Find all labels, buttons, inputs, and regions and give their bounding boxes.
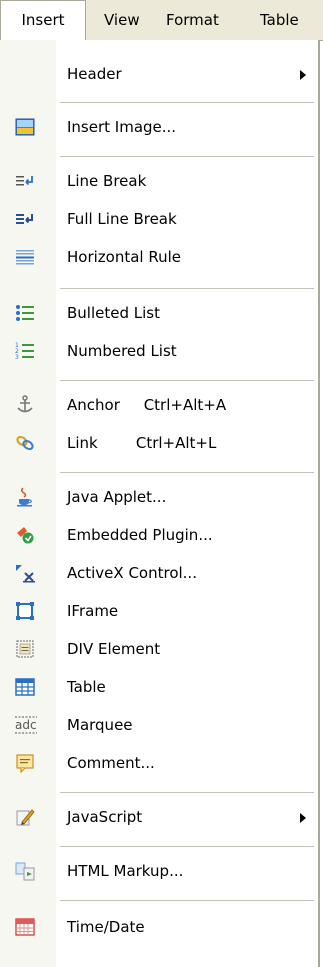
div-element-icon — [15, 639, 35, 659]
bulleted-list-icon — [15, 303, 35, 323]
plugin-icon — [15, 525, 35, 545]
menu-item-label: Marquee — [67, 716, 133, 734]
image-icon — [15, 117, 35, 137]
menu-item-label: JavaScript — [67, 808, 143, 826]
menu-item-label: HTML Markup... — [67, 862, 184, 880]
menu-item-comment[interactable]: Comment... — [0, 744, 318, 782]
marquee-icon: adc — [15, 715, 37, 735]
menu-item-java-applet[interactable]: Java Applet... — [0, 478, 318, 516]
menu-item-label: Insert Image... — [67, 118, 177, 136]
menu-view[interactable]: View — [104, 0, 140, 40]
menu-item-full-line-break[interactable]: Full Line Break — [0, 200, 318, 238]
menu-item-line-break[interactable]: Line Break — [0, 162, 318, 200]
menu-item-link[interactable]: Link Ctrl+Alt+L — [0, 424, 318, 462]
calendar-icon — [15, 917, 35, 937]
submenu-arrow-icon — [300, 70, 306, 80]
menu-item-numbered-list[interactable]: 1 2 3 Numbered List — [0, 332, 318, 370]
menu-item-label: Link Ctrl+Alt+L — [67, 434, 217, 452]
menu-item-div-element[interactable]: DIV Element — [0, 630, 318, 668]
menu-item-label: Full Line Break — [67, 210, 177, 228]
menu-separator — [60, 156, 314, 157]
menu-item-time-date[interactable]: Time/Date — [0, 908, 318, 946]
menu-separator — [60, 288, 314, 289]
horizontal-rule-icon — [15, 247, 35, 267]
menu-separator — [60, 102, 314, 103]
svg-text:3: 3 — [15, 354, 19, 361]
menu-item-horizontal-rule[interactable]: Horizontal Rule — [0, 238, 318, 276]
svg-text:adc: adc — [15, 718, 37, 732]
iframe-icon — [15, 601, 35, 621]
menu-item-javascript[interactable]: JavaScript — [0, 798, 318, 836]
submenu-arrow-icon — [300, 813, 306, 823]
menu-separator — [60, 472, 314, 473]
menu-separator — [60, 380, 314, 381]
menu-item-embedded-plugin[interactable]: Embedded Plugin... — [0, 516, 318, 554]
activex-icon — [15, 563, 35, 583]
menu-item-marquee[interactable]: adc Marquee — [0, 706, 318, 744]
menu-item-label: Java Applet... — [67, 488, 167, 506]
menu-item-anchor[interactable]: Anchor Ctrl+Alt+A — [0, 386, 318, 424]
menu-separator — [60, 792, 314, 793]
menu-item-iframe[interactable]: IFrame — [0, 592, 318, 630]
full-line-break-icon — [15, 209, 35, 229]
menu-table[interactable]: Table — [260, 0, 299, 40]
link-icon — [15, 433, 35, 453]
menu-item-label: Embedded Plugin... — [67, 526, 213, 544]
numbered-list-icon: 1 2 3 — [15, 341, 35, 361]
script-pencil-icon — [15, 807, 35, 827]
menu-separator — [60, 900, 314, 901]
menu-format-label: Format — [166, 11, 219, 29]
menu-insert-label: Insert — [21, 11, 65, 29]
menu-item-activex-control[interactable]: ActiveX Control... — [0, 554, 318, 592]
java-cup-icon — [15, 487, 35, 507]
menu-format[interactable]: Format — [166, 0, 219, 40]
menu-item-label: Line Break — [67, 172, 147, 190]
menu-item-label: Header — [67, 65, 122, 83]
menu-table-label: Table — [260, 11, 299, 29]
menu-separator — [60, 846, 314, 847]
menu-item-table[interactable]: Table — [0, 668, 318, 706]
menu-item-label: Anchor Ctrl+Alt+A — [67, 396, 227, 414]
anchor-icon — [15, 395, 35, 415]
menu-item-label: Numbered List — [67, 342, 177, 360]
menu-item-label: Comment... — [67, 754, 155, 772]
menu-item-label: Table — [67, 678, 106, 696]
menu-view-label: View — [104, 11, 140, 29]
menu-item-bulleted-list[interactable]: Bulleted List — [0, 294, 318, 332]
menu-bar: Insert View Format Table — [0, 0, 323, 41]
menu-item-html-markup[interactable]: HTML Markup... — [0, 852, 318, 890]
menu-item-label: DIV Element — [67, 640, 161, 658]
table-icon — [15, 677, 35, 697]
menu-item-label: Time/Date — [67, 918, 145, 936]
html-markup-icon — [15, 861, 35, 881]
menu-item-label: Horizontal Rule — [67, 248, 182, 266]
menu-item-label: Bulleted List — [67, 304, 160, 322]
comment-icon — [15, 753, 35, 774]
menu-item-insert-image[interactable]: Insert Image... — [0, 108, 318, 146]
line-break-icon — [15, 171, 35, 191]
menu-item-header[interactable]: Header — [0, 55, 318, 93]
menu-item-label: ActiveX Control... — [67, 564, 197, 582]
insert-dropdown-menu: Header Insert Image... Line Break Full L… — [0, 40, 320, 967]
menu-insert[interactable]: Insert — [0, 0, 86, 40]
menu-item-label: IFrame — [67, 602, 119, 620]
